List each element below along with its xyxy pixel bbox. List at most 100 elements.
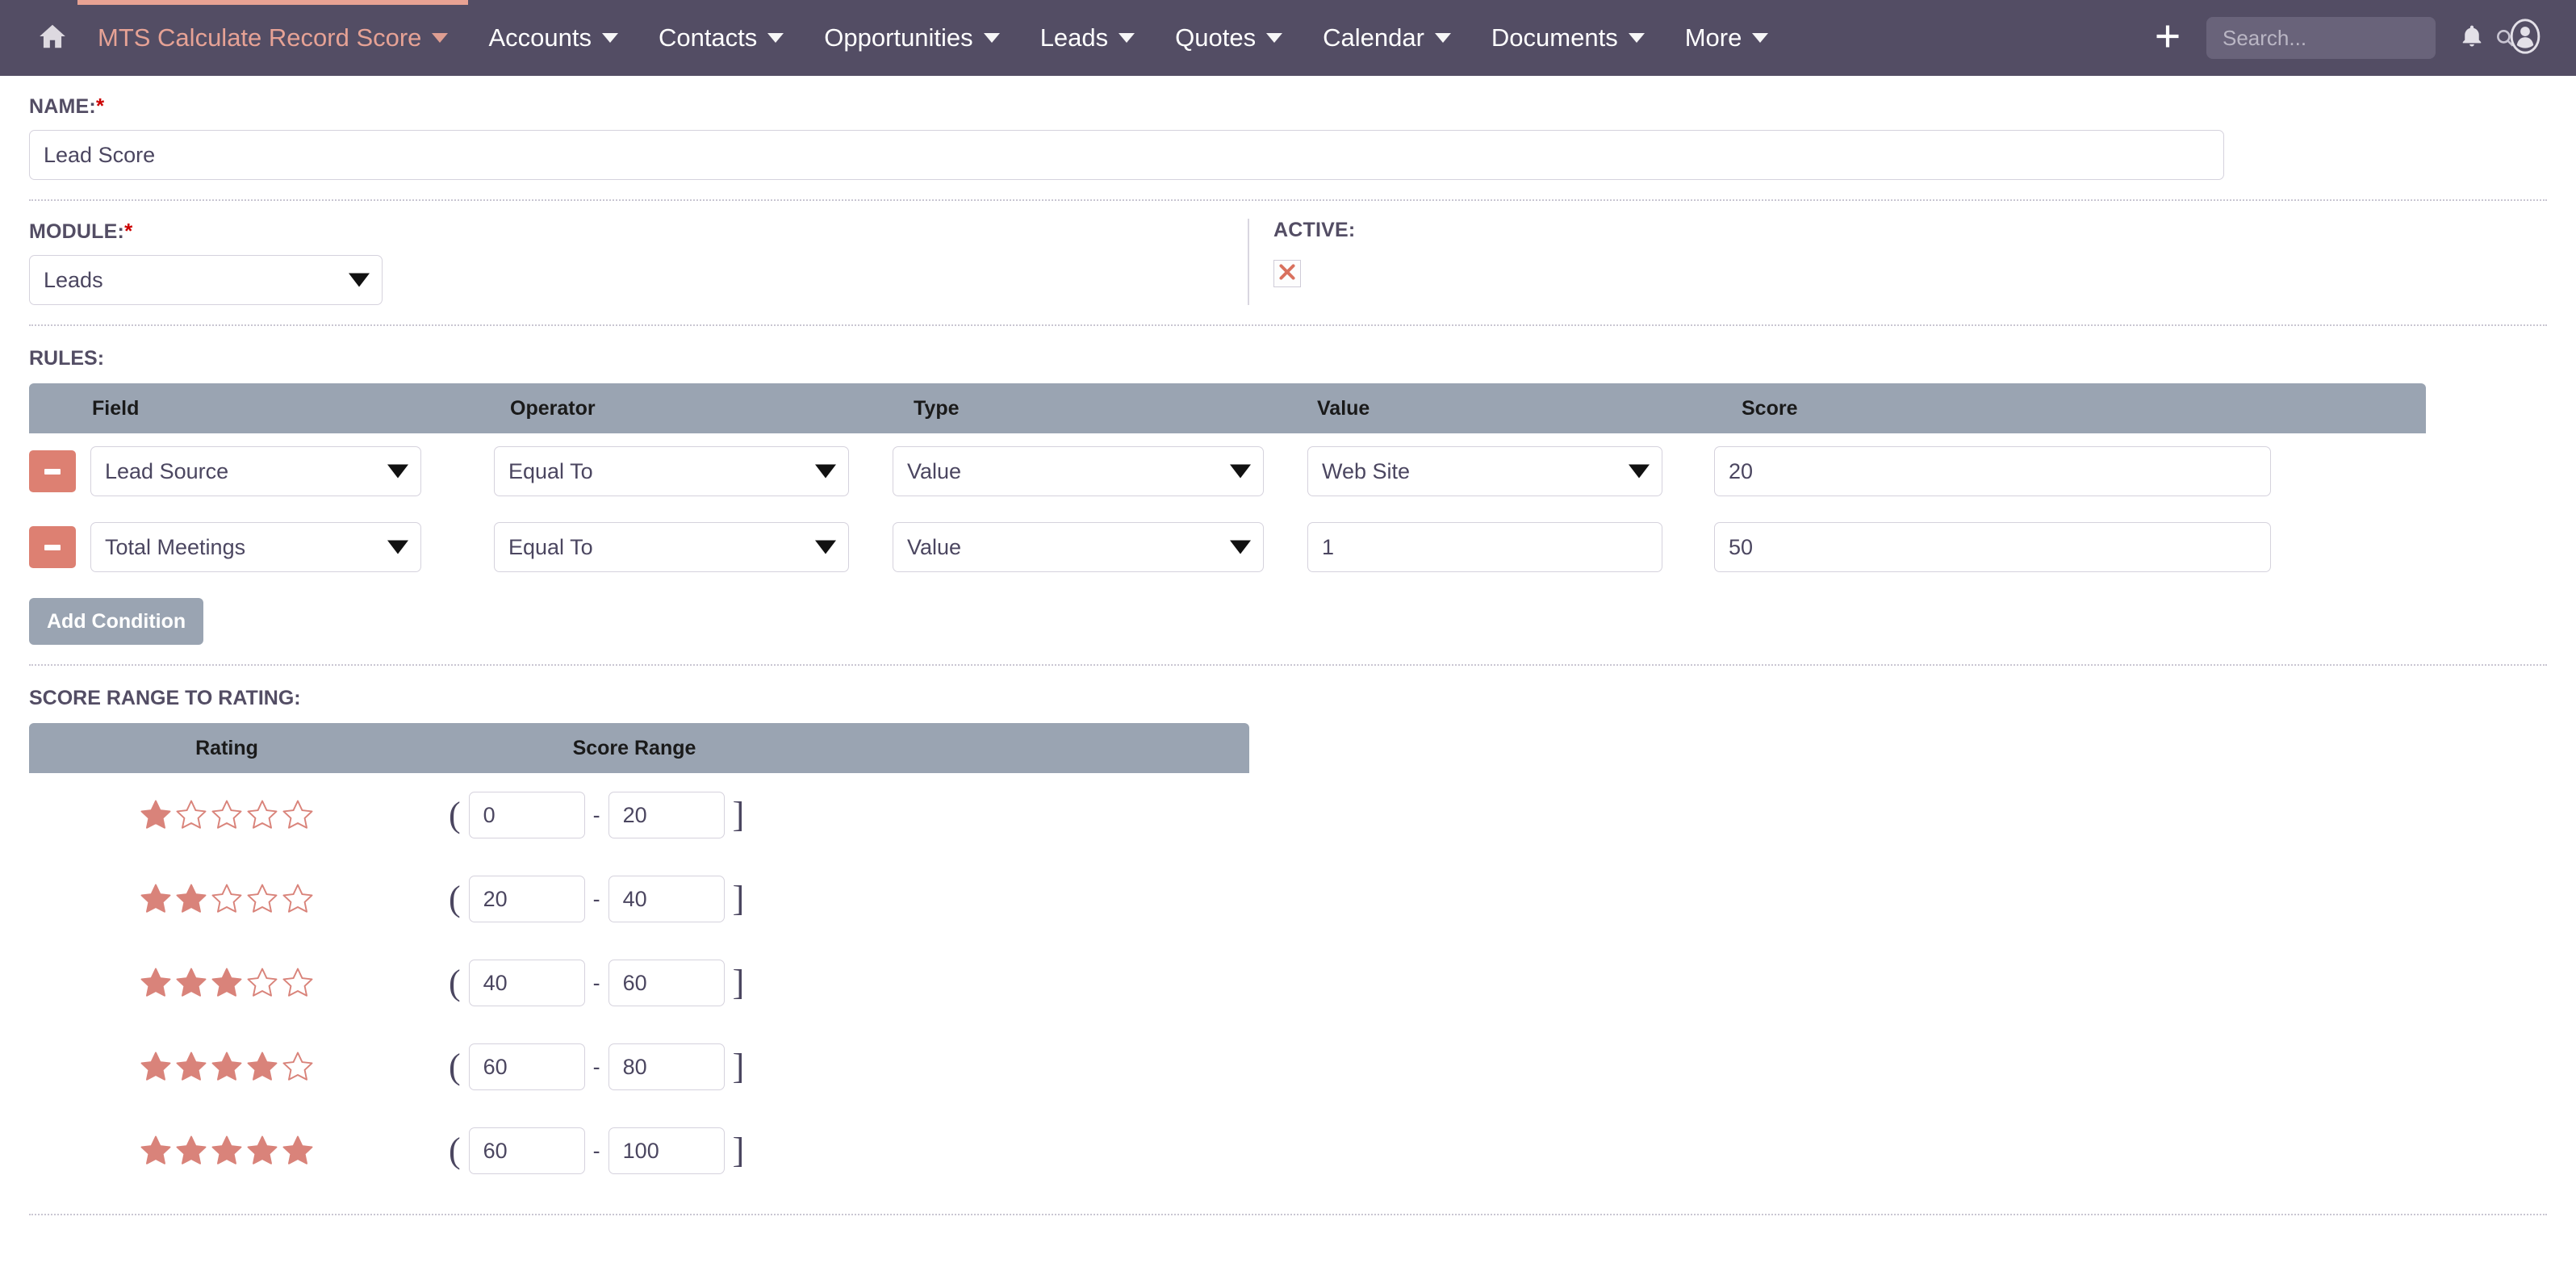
remove-condition-button[interactable] (29, 450, 76, 492)
range-dash: - (592, 886, 600, 911)
nav-item-contacts[interactable]: Contacts (638, 0, 804, 76)
star-outline-icon (282, 1052, 313, 1081)
rating-table-header: Rating Score Range (29, 723, 1249, 773)
score-range-max-input[interactable] (608, 960, 725, 1006)
nav-item-mts-calculate-record-score[interactable]: MTS Calculate Record Score (77, 0, 469, 76)
star-outline-icon (211, 884, 242, 913)
required-asterisk: * (95, 94, 105, 118)
name-input[interactable] (29, 130, 2224, 180)
range-dash: - (592, 1054, 600, 1079)
name-label-text: NAME: (29, 95, 96, 118)
rule-value-select[interactable]: Web Site (1307, 446, 1662, 496)
rules-section-label: RULES: (29, 347, 105, 370)
chevron-down-icon (1266, 33, 1283, 43)
nav-item-accounts[interactable]: Accounts (468, 0, 638, 76)
rule-operator-select[interactable]: Equal To (494, 446, 849, 496)
bell-icon (2460, 23, 2484, 54)
star-filled-icon (176, 1052, 207, 1081)
rules-col-score: Score (1742, 396, 1798, 420)
score-range-min-input[interactable] (468, 1043, 585, 1090)
remove-condition-button[interactable] (29, 526, 76, 568)
active-checkbox[interactable] (1273, 260, 1301, 287)
module-select-value[interactable]: Leads (29, 255, 383, 305)
rating-row: (-] (29, 773, 2547, 857)
score-range-max-input[interactable] (608, 1043, 725, 1090)
active-label: ACTIVE: (1273, 219, 1356, 241)
star-filled-icon (140, 800, 171, 829)
chevron-down-icon (767, 33, 784, 43)
score-range-section-label: SCORE RANGE TO RATING: (29, 687, 301, 709)
module-label: MODULE:* (29, 219, 1223, 244)
rating-stars[interactable] (29, 1134, 424, 1168)
rules-col-value: Value (1317, 396, 1370, 420)
search-box[interactable] (2206, 17, 2514, 59)
nav-item-label: Documents (1491, 23, 1618, 52)
star-outline-icon (247, 800, 278, 829)
score-range-max-input[interactable] (608, 1127, 725, 1174)
rule-operator-value[interactable]: Equal To (494, 446, 849, 496)
user-menu-button[interactable] (2499, 0, 2552, 76)
close-bracket: ] (732, 795, 745, 834)
score-range-cell: (-] (424, 792, 744, 838)
nav-item-label: Quotes (1175, 23, 1257, 52)
range-dash: - (592, 1138, 600, 1163)
rule-value-value[interactable]: Web Site (1307, 446, 1662, 496)
nav-item-opportunities[interactable]: Opportunities (804, 0, 1019, 76)
nav-item-more[interactable]: More (1665, 0, 1789, 76)
score-range-min-input[interactable] (468, 960, 585, 1006)
range-dash: - (592, 802, 600, 827)
quick-create-button[interactable] (2139, 0, 2197, 76)
rule-operator-select[interactable]: Equal To (494, 522, 849, 572)
rating-stars[interactable] (29, 882, 424, 916)
rule-field-select[interactable]: Total Meetings (90, 522, 421, 572)
star-filled-icon (140, 1052, 171, 1081)
nav-item-label: More (1684, 23, 1742, 52)
nav-item-label: Accounts (488, 23, 592, 52)
rating-rows: (-] (-] (-] (-] (-] (29, 773, 2547, 1193)
star-outline-icon (211, 800, 242, 829)
star-filled-icon (140, 884, 171, 913)
module-active-row: MODULE:* Leads ACTIVE: (29, 219, 2547, 305)
rule-field-value[interactable]: Lead Source (90, 446, 421, 496)
nav-item-documents[interactable]: Documents (1471, 0, 1665, 76)
module-select[interactable]: Leads (29, 255, 383, 305)
score-range-max-input[interactable] (608, 792, 725, 838)
chevron-down-icon (1752, 33, 1769, 43)
notifications-button[interactable] (2445, 0, 2499, 76)
chevron-down-icon (1628, 33, 1645, 43)
rating-col-score-range: Score Range (572, 736, 696, 759)
rule-value-input[interactable] (1307, 522, 1662, 572)
rule-type-value[interactable]: Value (893, 522, 1264, 572)
score-range-max-input[interactable] (608, 876, 725, 922)
home-button[interactable] (27, 0, 77, 76)
add-condition-button[interactable]: Add Condition (29, 598, 204, 645)
rule-score-input[interactable] (1714, 522, 2271, 572)
rule-type-select[interactable]: Value (893, 446, 1264, 496)
rule-type-select[interactable]: Value (893, 522, 1264, 572)
rule-type-value[interactable]: Value (893, 446, 1264, 496)
rule-field-value[interactable]: Total Meetings (90, 522, 421, 572)
close-bracket: ] (732, 879, 745, 918)
score-range-min-input[interactable] (468, 1127, 585, 1174)
rule-score-input[interactable] (1714, 446, 2271, 496)
divider (29, 324, 2547, 326)
nav-item-calendar[interactable]: Calendar (1303, 0, 1471, 76)
rating-stars[interactable] (29, 798, 424, 832)
check-x-icon (1277, 261, 1298, 286)
nav-item-quotes[interactable]: Quotes (1155, 0, 1303, 76)
home-icon (37, 21, 68, 56)
star-filled-icon (176, 884, 207, 913)
minus-icon (44, 544, 61, 550)
range-dash: - (592, 970, 600, 995)
user-avatar-icon (2507, 18, 2543, 58)
rule-operator-value[interactable]: Equal To (494, 522, 849, 572)
score-range-min-input[interactable] (468, 876, 585, 922)
rating-row: (-] (29, 857, 2547, 941)
rule-field-select[interactable]: Lead Source (90, 446, 421, 496)
rating-stars[interactable] (29, 1050, 424, 1084)
nav-item-leads[interactable]: Leads (1020, 0, 1155, 76)
close-bracket: ] (732, 1047, 745, 1086)
open-bracket: ( (449, 963, 461, 1002)
rating-stars[interactable] (29, 966, 424, 1000)
score-range-min-input[interactable] (468, 792, 585, 838)
